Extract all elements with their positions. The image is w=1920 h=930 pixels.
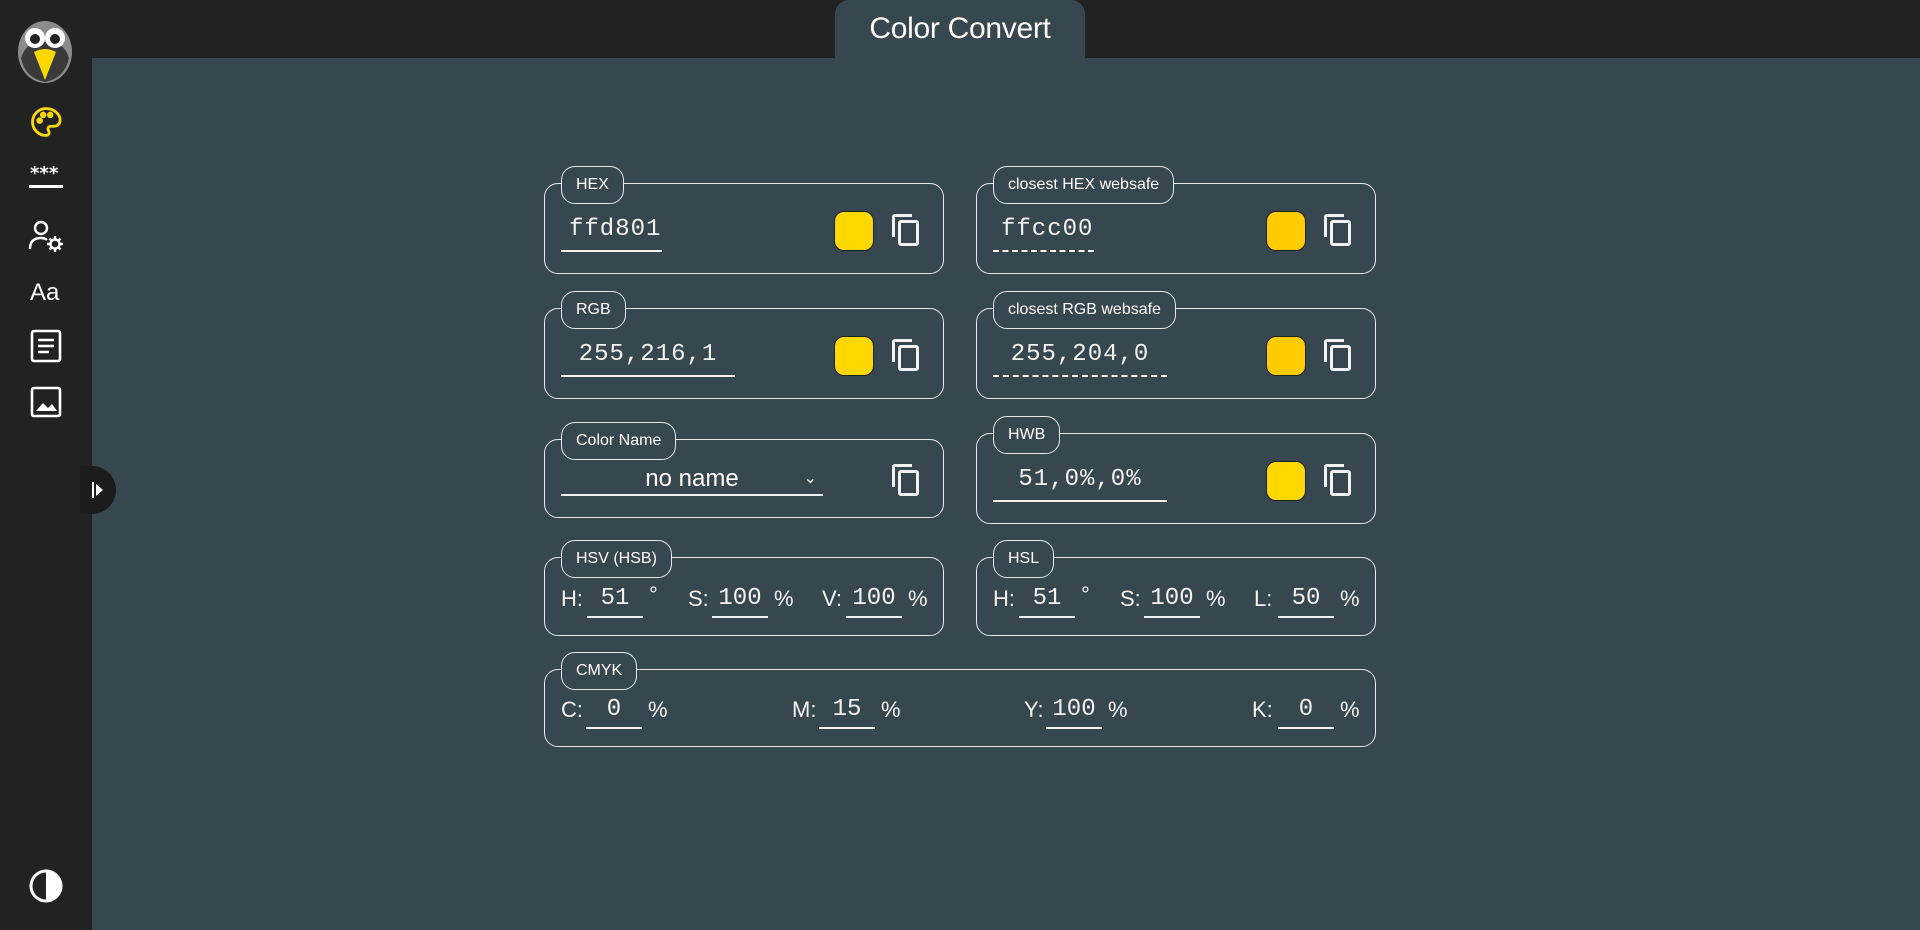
cmyk-label: CMYK [561, 652, 638, 690]
svg-text:Aa: Aa [30, 279, 60, 306]
hsl-l-input[interactable]: 50 [1278, 584, 1334, 618]
copy-icon[interactable] [890, 212, 920, 246]
hex-card: HEX ffd801 [544, 166, 944, 274]
hwb-input[interactable]: 51,0%,0% [993, 462, 1167, 502]
hsv-v-input[interactable]: 100 [846, 584, 902, 618]
cmyk-y-input[interactable]: 100 [1046, 695, 1102, 729]
hsl-l-label: L: [1254, 586, 1273, 611]
hsl-s-input[interactable]: 100 [1144, 584, 1200, 618]
hex-websafe-label: closest HEX websafe [993, 166, 1175, 204]
hsv-h-input[interactable]: 51 [587, 584, 643, 618]
rgb-label: RGB [561, 291, 626, 329]
copy-icon[interactable] [890, 462, 920, 496]
cmyk-c-label: C: [561, 697, 583, 722]
hsv-h-unit: ° [649, 582, 658, 607]
rgb-card: RGB 255,216,1 [544, 291, 944, 399]
hsv-label: HSV (HSB) [561, 540, 672, 578]
hwb-color-swatch [1266, 461, 1306, 501]
hex-websafe-color-swatch [1266, 211, 1306, 251]
password-icon[interactable]: *** [26, 158, 66, 198]
cmyk-c-unit: % [648, 697, 668, 722]
contrast-toggle-icon[interactable] [26, 866, 66, 906]
chevron-right-icon [92, 482, 103, 498]
cmyk-k-label: K: [1252, 697, 1273, 722]
hsl-card: HSL H: 51 ° S: 100 % L: 50 % [976, 540, 1376, 636]
hsl-h-input[interactable]: 51 [1019, 584, 1075, 618]
hex-label: HEX [561, 166, 624, 204]
rgb-input[interactable]: 255,216,1 [561, 337, 735, 377]
color-name-selected: no name [645, 465, 739, 492]
hsv-v-unit: % [908, 586, 928, 611]
hsl-l-unit: % [1340, 586, 1360, 611]
cmyk-y-label: Y: [1024, 697, 1044, 722]
hsv-s-label: S: [688, 586, 709, 611]
hsv-s-unit: % [774, 586, 794, 611]
cmyk-k-unit: % [1340, 697, 1360, 722]
hex-input[interactable]: ffd801 [561, 212, 662, 252]
hsl-h-label: H: [993, 586, 1015, 611]
hex-websafe-value: ffcc00 [993, 212, 1094, 252]
rgb-color-swatch [834, 336, 874, 376]
copy-icon[interactable] [890, 337, 920, 371]
chevron-down-icon: ⌄ [803, 470, 817, 487]
user-settings-icon[interactable] [26, 216, 66, 256]
cmyk-m-input[interactable]: 15 [819, 695, 875, 729]
owl-logo-icon [17, 18, 73, 84]
font-icon[interactable]: Aa [26, 271, 66, 311]
copy-icon[interactable] [1322, 212, 1352, 246]
hsv-card: HSV (HSB) H: 51 ° S: 100 % V: 100 % [544, 540, 944, 636]
rgb-websafe-color-swatch [1266, 336, 1306, 376]
rgb-websafe-card: closest RGB websafe 255,204,0 [976, 291, 1376, 399]
color-name-card: Color Name no name ⌄ [544, 422, 944, 518]
hsl-s-label: S: [1120, 586, 1141, 611]
hwb-label: HWB [993, 416, 1061, 454]
color-name-label: Color Name [561, 422, 677, 460]
rgb-websafe-label: closest RGB websafe [993, 291, 1176, 329]
document-icon[interactable] [26, 326, 66, 366]
rgb-websafe-value: 255,204,0 [993, 337, 1167, 377]
svg-text:***: *** [30, 163, 59, 184]
copy-icon[interactable] [1322, 462, 1352, 496]
cmyk-c-input[interactable]: 0 [586, 695, 642, 729]
cmyk-k-input[interactable]: 0 [1278, 695, 1334, 729]
color-name-select[interactable]: no name ⌄ [561, 464, 823, 496]
image-icon[interactable] [26, 382, 66, 422]
hsv-v-label: V: [822, 586, 842, 611]
palette-icon[interactable] [26, 102, 66, 142]
cmyk-y-unit: % [1108, 697, 1128, 722]
hex-websafe-card: closest HEX websafe ffcc00 [976, 166, 1376, 274]
hsl-h-unit: ° [1081, 582, 1090, 607]
hsv-s-input[interactable]: 100 [712, 584, 768, 618]
hsl-label: HSL [993, 540, 1055, 578]
hex-color-swatch [834, 211, 874, 251]
cmyk-m-label: M: [792, 697, 817, 722]
cmyk-card: CMYK C: 0 % M: 15 % Y: 100 % K: 0 % [544, 652, 1376, 747]
hwb-card: HWB 51,0%,0% [976, 416, 1376, 524]
hsv-h-label: H: [561, 586, 583, 611]
cmyk-m-unit: % [881, 697, 901, 722]
page-title: Color Convert [835, 0, 1085, 58]
copy-icon[interactable] [1322, 337, 1352, 371]
hsl-s-unit: % [1206, 586, 1226, 611]
sidebar: *** Aa [0, 0, 92, 930]
